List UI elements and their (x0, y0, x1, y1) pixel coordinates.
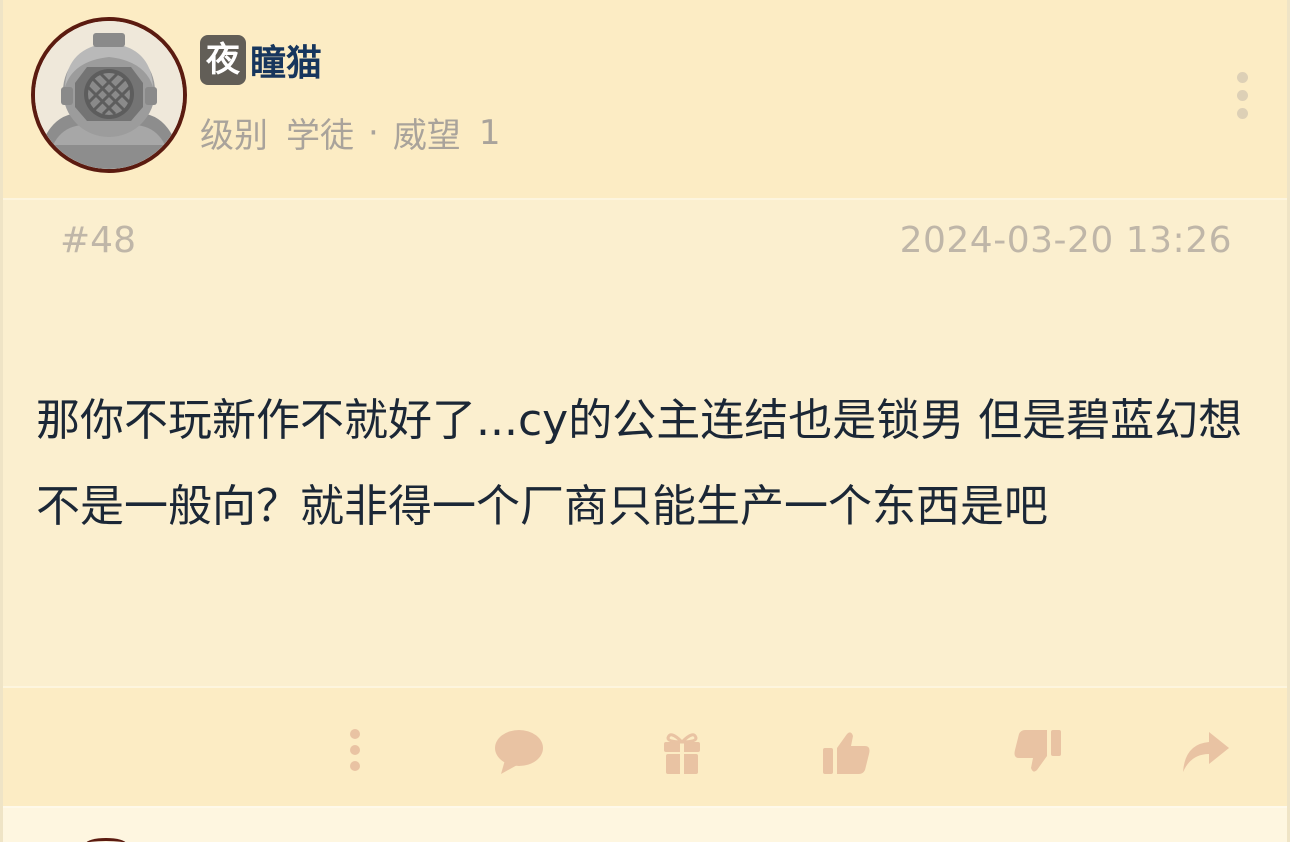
thumbs-up-icon[interactable] (819, 728, 875, 776)
separator-dot: · (368, 112, 379, 153)
post-more-icon[interactable] (1227, 66, 1257, 122)
floor-number: #48 (60, 220, 136, 261)
next-post-avatar (86, 838, 126, 842)
post-header: 夜 瞳猫 级别 学徒 · 威望 1 (3, 0, 1287, 200)
user-avatar[interactable] (31, 17, 187, 173)
action-bar (3, 688, 1287, 806)
more-vertical-icon[interactable] (327, 728, 383, 776)
speech-bubble-icon[interactable] (491, 728, 547, 776)
next-post-strip (3, 806, 1287, 842)
level-value: 学徒 (286, 116, 354, 156)
post-card: 夜 瞳猫 级别 学徒 · 威望 1 #48 2024-03-20 13:26 那… (0, 0, 1290, 842)
username[interactable]: 瞳猫 (250, 34, 322, 86)
dot (1237, 90, 1248, 101)
user-name-row: 夜 瞳猫 (200, 33, 322, 87)
gift-icon[interactable] (654, 728, 710, 776)
dot (1237, 72, 1248, 83)
reputation-value: 1 (478, 112, 501, 153)
level-label: 级别 (200, 116, 268, 156)
dot (1237, 108, 1248, 119)
user-level-row: 级别 学徒 · 威望 1 (200, 108, 500, 157)
thumbs-down-icon[interactable] (1009, 728, 1065, 776)
share-arrow-icon[interactable] (1177, 728, 1233, 776)
reputation-label: 威望 (392, 116, 461, 156)
post-timestamp: 2024-03-20 13:26 (899, 220, 1232, 261)
night-badge: 夜 (200, 35, 246, 85)
post-content: 那你不玩新作不就好了...cy的公主连结也是锁男 但是碧蓝幻想不是一般向？就非得… (36, 395, 1243, 532)
diving-helmet-avatar-icon (35, 21, 183, 169)
